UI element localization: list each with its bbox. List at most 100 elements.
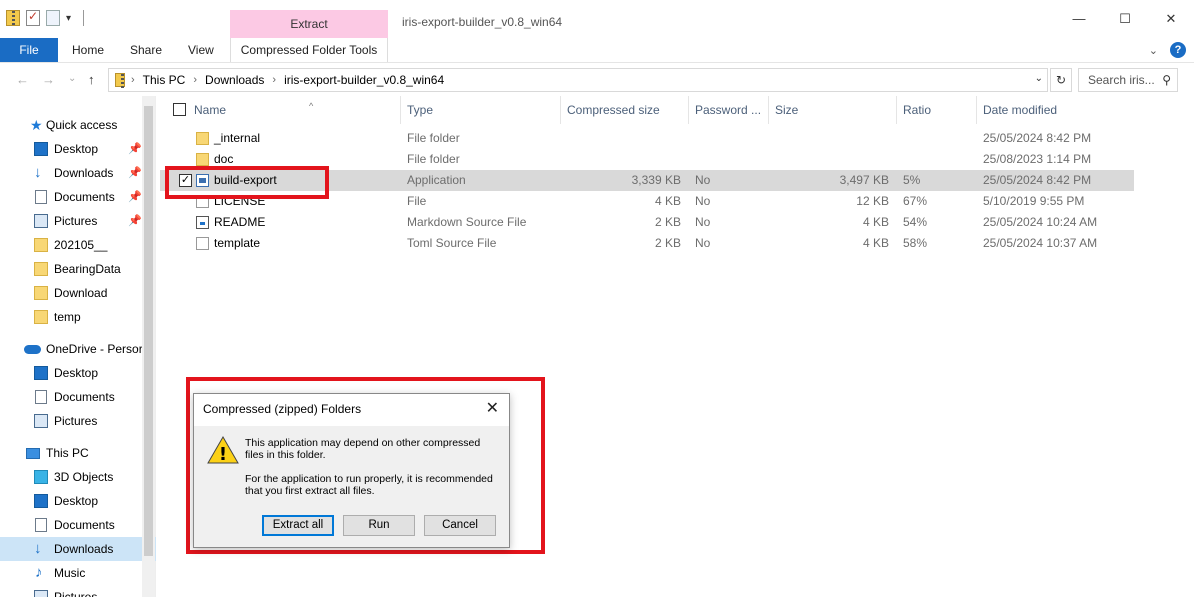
file-date: 25/05/2024 10:37 AM xyxy=(983,236,1098,250)
nav-scrollbar[interactable] xyxy=(142,96,155,597)
nav-this-pc[interactable]: This PC xyxy=(0,441,156,465)
nav-item-desktop[interactable]: Desktop 📌 xyxy=(0,137,156,161)
chevron-right-icon: › xyxy=(193,74,198,86)
column-size[interactable]: Size xyxy=(769,96,897,124)
downloads-icon: ↓ xyxy=(34,540,42,557)
back-icon[interactable]: ← xyxy=(16,72,29,87)
nav-item-label: Documents xyxy=(54,518,115,532)
scrollbar-thumb[interactable] xyxy=(144,106,153,556)
refresh-button[interactable]: ↻ xyxy=(1050,68,1072,92)
quick-access-toolbar: ▾ xyxy=(6,9,85,26)
forward-icon[interactable]: → xyxy=(42,72,55,87)
ribbon-right-controls: ⌄ ? xyxy=(1149,42,1186,58)
3d-objects-icon xyxy=(34,470,48,484)
recent-locations-icon[interactable]: ⌄ xyxy=(68,73,76,84)
nav-item-downloads[interactable]: ↓ Downloads 📌 xyxy=(0,161,156,185)
window-title: iris-export-builder_v0.8_win64 xyxy=(402,15,563,29)
tab-share[interactable]: Share xyxy=(130,38,162,62)
dialog-close-icon[interactable]: ✕ xyxy=(486,398,499,418)
extract-all-button[interactable]: Extract all xyxy=(262,515,334,536)
nav-item-3d-objects[interactable]: 3D Objects xyxy=(0,465,156,489)
address-dropdown-icon[interactable]: ⌄ xyxy=(1035,73,1043,84)
nav-item-label: temp xyxy=(54,310,81,324)
address-bar[interactable]: › This PC › Downloads › iris-export-buil… xyxy=(108,68,1048,92)
breadcrumb-current-folder[interactable]: iris-export-builder_v0.8_win64 xyxy=(284,73,444,87)
search-input[interactable]: Search iris... ⚲ xyxy=(1078,68,1178,92)
star-icon: ★ xyxy=(30,117,43,133)
select-all-checkbox[interactable] xyxy=(173,103,186,116)
file-ratio: 58% xyxy=(903,236,928,250)
close-button[interactable]: ✕ xyxy=(1148,6,1194,32)
breadcrumb-downloads[interactable]: Downloads xyxy=(205,73,264,87)
file-size: 4 KB xyxy=(862,236,889,250)
breadcrumb-this-pc[interactable]: This PC xyxy=(143,73,186,87)
nav-item-label: Music xyxy=(54,566,86,580)
customize-toolbar-icon[interactable]: ▾ xyxy=(66,13,71,24)
nav-item-bearingdata[interactable]: BearingData xyxy=(0,257,156,281)
onedrive-icon xyxy=(24,345,41,354)
nav-item-pc-downloads[interactable]: ↓ Downloads xyxy=(0,537,156,561)
table-row[interactable]: README Markdown Source File 2 KB No 4 KB… xyxy=(160,212,1134,233)
navigation-pane: ★ Quick access Desktop 📌 ↓ Downloads 📌 D… xyxy=(0,96,156,597)
nav-item-onedrive-desktop[interactable]: Desktop xyxy=(0,361,156,385)
file-password: No xyxy=(695,194,711,208)
table-row[interactable]: _internal File folder 25/05/2024 8:42 PM xyxy=(160,128,1134,149)
nav-item-label: Desktop xyxy=(54,494,99,508)
nav-item-onedrive-documents[interactable]: Documents xyxy=(0,385,156,409)
tab-compressed-folder-tools[interactable]: Compressed Folder Tools xyxy=(230,38,388,62)
nav-item-label: Pictures xyxy=(54,414,98,428)
nav-item-onedrive-pictures[interactable]: Pictures xyxy=(0,409,156,433)
window-controls: — ☐ ✕ xyxy=(1056,6,1194,32)
tab-view[interactable]: View xyxy=(188,38,214,62)
nav-item-pc-documents[interactable]: Documents xyxy=(0,513,156,537)
file-compressed-size: 2 KB xyxy=(654,236,681,250)
minimize-button[interactable]: — xyxy=(1056,6,1102,32)
maximize-button[interactable]: ☐ xyxy=(1102,6,1148,32)
cancel-button[interactable]: Cancel xyxy=(424,515,496,536)
nav-onedrive[interactable]: OneDrive - Persor xyxy=(0,337,156,361)
nav-item-pc-desktop[interactable]: Desktop xyxy=(0,489,156,513)
file-password: No xyxy=(695,215,711,229)
nav-item-download[interactable]: Download xyxy=(0,281,156,305)
new-folder-icon[interactable] xyxy=(46,10,60,26)
table-row[interactable]: template Toml Source File 2 KB No 4 KB 5… xyxy=(160,233,1134,254)
highlight-box-selected-file xyxy=(165,166,329,199)
tab-home[interactable]: Home xyxy=(72,38,104,62)
toolbar-divider xyxy=(83,10,85,26)
column-compressed-size[interactable]: Compressed size xyxy=(561,96,689,124)
folder-icon xyxy=(34,310,48,324)
file-ratio: 54% xyxy=(903,215,928,229)
pin-icon: 📌 xyxy=(128,167,142,179)
tab-file[interactable]: File xyxy=(0,38,58,62)
dialog-body: ! This application may depend on other c… xyxy=(194,426,509,547)
nav-item-202105[interactable]: 202105__ xyxy=(0,233,156,257)
ribbon-tabs: File Home Share View Compressed Folder T… xyxy=(0,38,1194,62)
column-password[interactable]: Password ... xyxy=(689,96,769,124)
column-ratio[interactable]: Ratio xyxy=(897,96,977,124)
nav-item-documents[interactable]: Documents 📌 xyxy=(0,185,156,209)
run-button[interactable]: Run xyxy=(343,515,415,536)
nav-item-music[interactable]: ♪ Music xyxy=(0,561,156,585)
file-date: 25/05/2024 8:42 PM xyxy=(983,131,1092,145)
nav-quick-access[interactable]: ★ Quick access xyxy=(0,113,156,137)
column-date-modified[interactable]: Date modified xyxy=(977,96,1134,124)
desktop-icon xyxy=(34,366,48,380)
pictures-icon xyxy=(34,590,48,597)
nav-item-label: Desktop xyxy=(54,142,99,156)
warning-glyph: ! xyxy=(219,444,227,464)
column-type[interactable]: Type xyxy=(401,96,561,124)
warning-icon: ! xyxy=(207,436,239,464)
nav-item-temp[interactable]: temp xyxy=(0,305,156,329)
file-compressed-size: 4 KB xyxy=(654,194,681,208)
nav-item-label: Pictures xyxy=(54,590,98,597)
search-icon: ⚲ xyxy=(1162,73,1171,87)
chevron-down-icon[interactable]: ⌄ xyxy=(1149,44,1158,57)
nav-item-pictures[interactable]: Pictures 📌 xyxy=(0,209,156,233)
properties-icon[interactable] xyxy=(26,9,40,26)
folder-icon xyxy=(34,262,48,276)
up-icon[interactable]: ↑ xyxy=(88,72,95,87)
help-icon[interactable]: ? xyxy=(1170,42,1186,58)
column-name[interactable]: Name ^ xyxy=(188,96,401,124)
file-name: README xyxy=(214,215,266,229)
nav-item-pc-pictures[interactable]: Pictures xyxy=(0,585,156,597)
